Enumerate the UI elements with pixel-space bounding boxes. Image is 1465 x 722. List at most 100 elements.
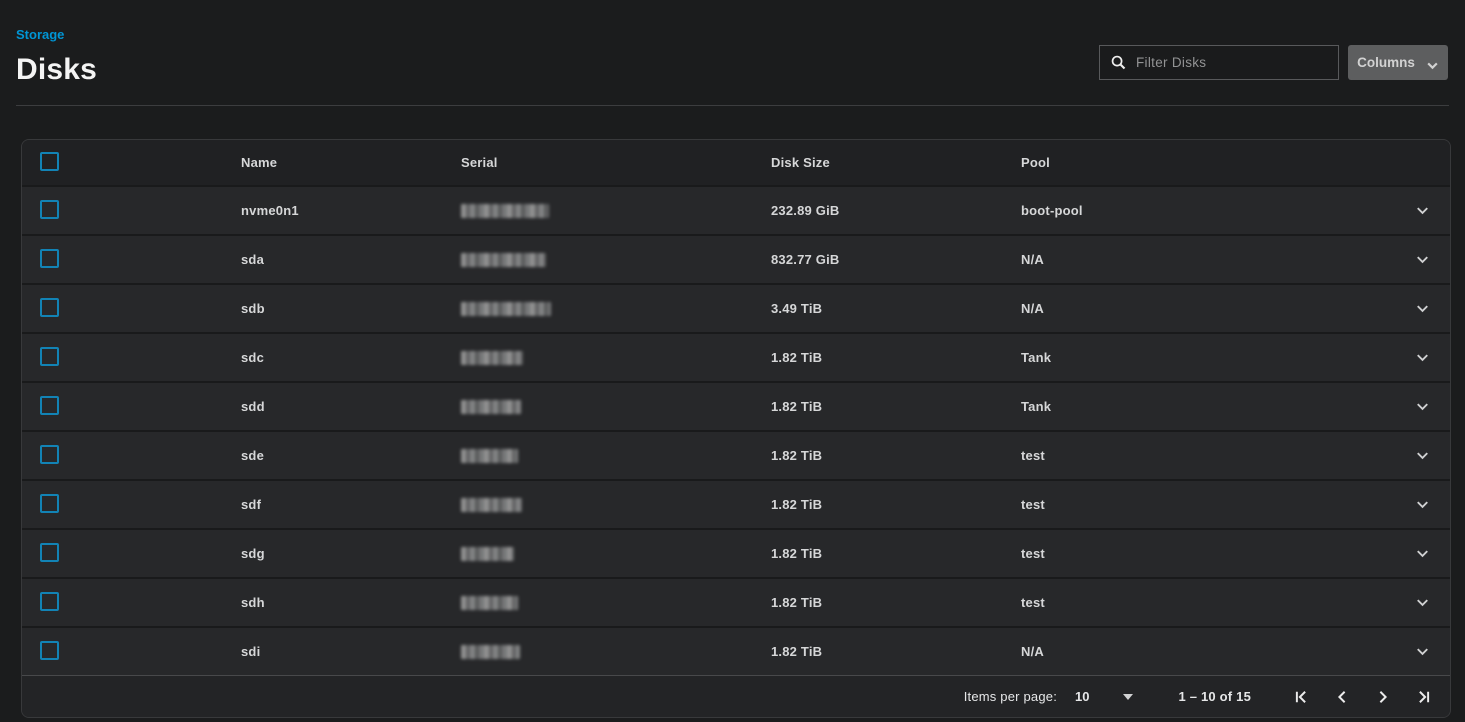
columns-button[interactable]: Columns [1348, 45, 1448, 80]
disk-pool: N/A [1021, 301, 1394, 316]
expand-row-button[interactable] [1394, 201, 1450, 220]
disk-pool: Tank [1021, 350, 1394, 365]
chevron-down-icon [1426, 59, 1439, 72]
expand-row-chevron-icon [1413, 397, 1432, 416]
disk-name: sdi [241, 644, 461, 659]
table-footer: Items per page: 10 1 – 10 of 15 [22, 675, 1450, 717]
disk-name: sdd [241, 399, 461, 414]
row-checkbox-cell [22, 543, 241, 565]
table-row[interactable]: sdh 1.82 TiB test [22, 579, 1450, 628]
column-header-pool[interactable]: Pool [1021, 155, 1394, 170]
disk-name: sda [241, 252, 461, 267]
disk-size: 1.82 TiB [771, 546, 1021, 561]
table-row[interactable]: sdd 1.82 TiB Tank [22, 383, 1450, 432]
table-row[interactable]: sde 1.82 TiB test [22, 432, 1450, 481]
disk-size: 832.77 GiB [771, 252, 1021, 267]
expand-row-button[interactable] [1394, 446, 1450, 465]
row-checkbox[interactable] [40, 641, 59, 660]
last-page-icon [1415, 688, 1433, 706]
first-page-button[interactable] [1291, 687, 1310, 706]
disk-serial-cell [461, 350, 771, 366]
disk-serial-redacted [461, 449, 518, 463]
disk-serial-redacted [461, 204, 549, 218]
expand-row-button[interactable] [1394, 593, 1450, 612]
disk-name: sdc [241, 350, 461, 365]
row-checkbox[interactable] [40, 494, 59, 513]
disk-pool: N/A [1021, 644, 1394, 659]
expand-row-chevron-icon [1413, 642, 1432, 661]
expand-row-chevron-icon [1413, 544, 1432, 563]
items-per-page-select[interactable]: 10 [1057, 689, 1132, 704]
disk-serial-redacted [461, 302, 551, 316]
page-title: Disks [16, 53, 97, 87]
disks-page: Storage Disks Columns [0, 0, 1465, 718]
disk-pool: Tank [1021, 399, 1394, 414]
column-header-name[interactable]: Name [241, 155, 461, 170]
row-checkbox-cell [22, 494, 241, 516]
table-row[interactable]: sdi 1.82 TiB N/A [22, 628, 1450, 675]
disk-pool: N/A [1021, 252, 1394, 267]
table-row[interactable]: nvme0n1 232.89 GiB boot-pool [22, 187, 1450, 236]
table-header-row: Name Serial Disk Size Pool [22, 140, 1450, 187]
row-checkbox[interactable] [40, 396, 59, 415]
disk-serial-redacted [461, 547, 514, 561]
row-checkbox[interactable] [40, 592, 59, 611]
disk-size: 1.82 TiB [771, 595, 1021, 610]
expand-row-button[interactable] [1394, 348, 1450, 367]
row-checkbox[interactable] [40, 543, 59, 562]
disks-table-card: Name Serial Disk Size Pool nvme0n1 232.8… [21, 139, 1451, 718]
disk-size: 232.89 GiB [771, 203, 1021, 218]
expand-row-button[interactable] [1394, 544, 1450, 563]
table-row[interactable]: sdg 1.82 TiB test [22, 530, 1450, 579]
disk-serial-redacted [461, 645, 520, 659]
triangle-down-icon [1123, 694, 1133, 700]
filter-disks-box[interactable] [1099, 45, 1339, 80]
disk-size: 3.49 TiB [771, 301, 1021, 316]
expand-row-button[interactable] [1394, 299, 1450, 318]
row-checkbox[interactable] [40, 249, 59, 268]
row-checkbox[interactable] [40, 347, 59, 366]
table-row[interactable]: sdf 1.82 TiB test [22, 481, 1450, 530]
disk-name: sdb [241, 301, 461, 316]
disk-pool: test [1021, 497, 1394, 512]
row-checkbox-cell [22, 445, 241, 467]
disk-name: sdh [241, 595, 461, 610]
disk-serial-cell [461, 203, 771, 219]
disk-size: 1.82 TiB [771, 497, 1021, 512]
row-checkbox[interactable] [40, 200, 59, 219]
expand-row-chevron-icon [1413, 250, 1432, 269]
expand-row-button[interactable] [1394, 642, 1450, 661]
column-header-disk-size[interactable]: Disk Size [771, 155, 1021, 170]
row-checkbox[interactable] [40, 445, 59, 464]
expand-row-button[interactable] [1394, 250, 1450, 269]
disk-size: 1.82 TiB [771, 644, 1021, 659]
next-page-icon [1374, 688, 1392, 706]
previous-page-icon [1333, 688, 1351, 706]
disk-pool: test [1021, 595, 1394, 610]
table-row[interactable]: sda 832.77 GiB N/A [22, 236, 1450, 285]
expand-row-button[interactable] [1394, 397, 1450, 416]
row-checkbox-cell [22, 592, 241, 614]
expand-row-chevron-icon [1413, 299, 1432, 318]
disk-serial-cell [461, 301, 771, 317]
search-icon [1110, 54, 1127, 71]
row-checkbox-cell [22, 200, 241, 222]
disk-serial-redacted [461, 498, 522, 512]
table-row[interactable]: sdb 3.49 TiB N/A [22, 285, 1450, 334]
filter-disks-input[interactable] [1136, 55, 1328, 70]
toolbar: Columns [1099, 45, 1448, 80]
disk-pool: test [1021, 448, 1394, 463]
row-checkbox[interactable] [40, 298, 59, 317]
breadcrumb-storage-link[interactable]: Storage [16, 28, 64, 41]
disk-serial-cell [461, 497, 771, 513]
previous-page-button[interactable] [1332, 687, 1351, 706]
select-all-cell [22, 152, 241, 174]
next-page-button[interactable] [1373, 687, 1392, 706]
disk-serial-redacted [461, 400, 521, 414]
expand-row-button[interactable] [1394, 495, 1450, 514]
select-all-checkbox[interactable] [40, 152, 59, 171]
row-checkbox-cell [22, 641, 241, 663]
column-header-serial[interactable]: Serial [461, 155, 771, 170]
table-row[interactable]: sdc 1.82 TiB Tank [22, 334, 1450, 383]
last-page-button[interactable] [1414, 687, 1433, 706]
